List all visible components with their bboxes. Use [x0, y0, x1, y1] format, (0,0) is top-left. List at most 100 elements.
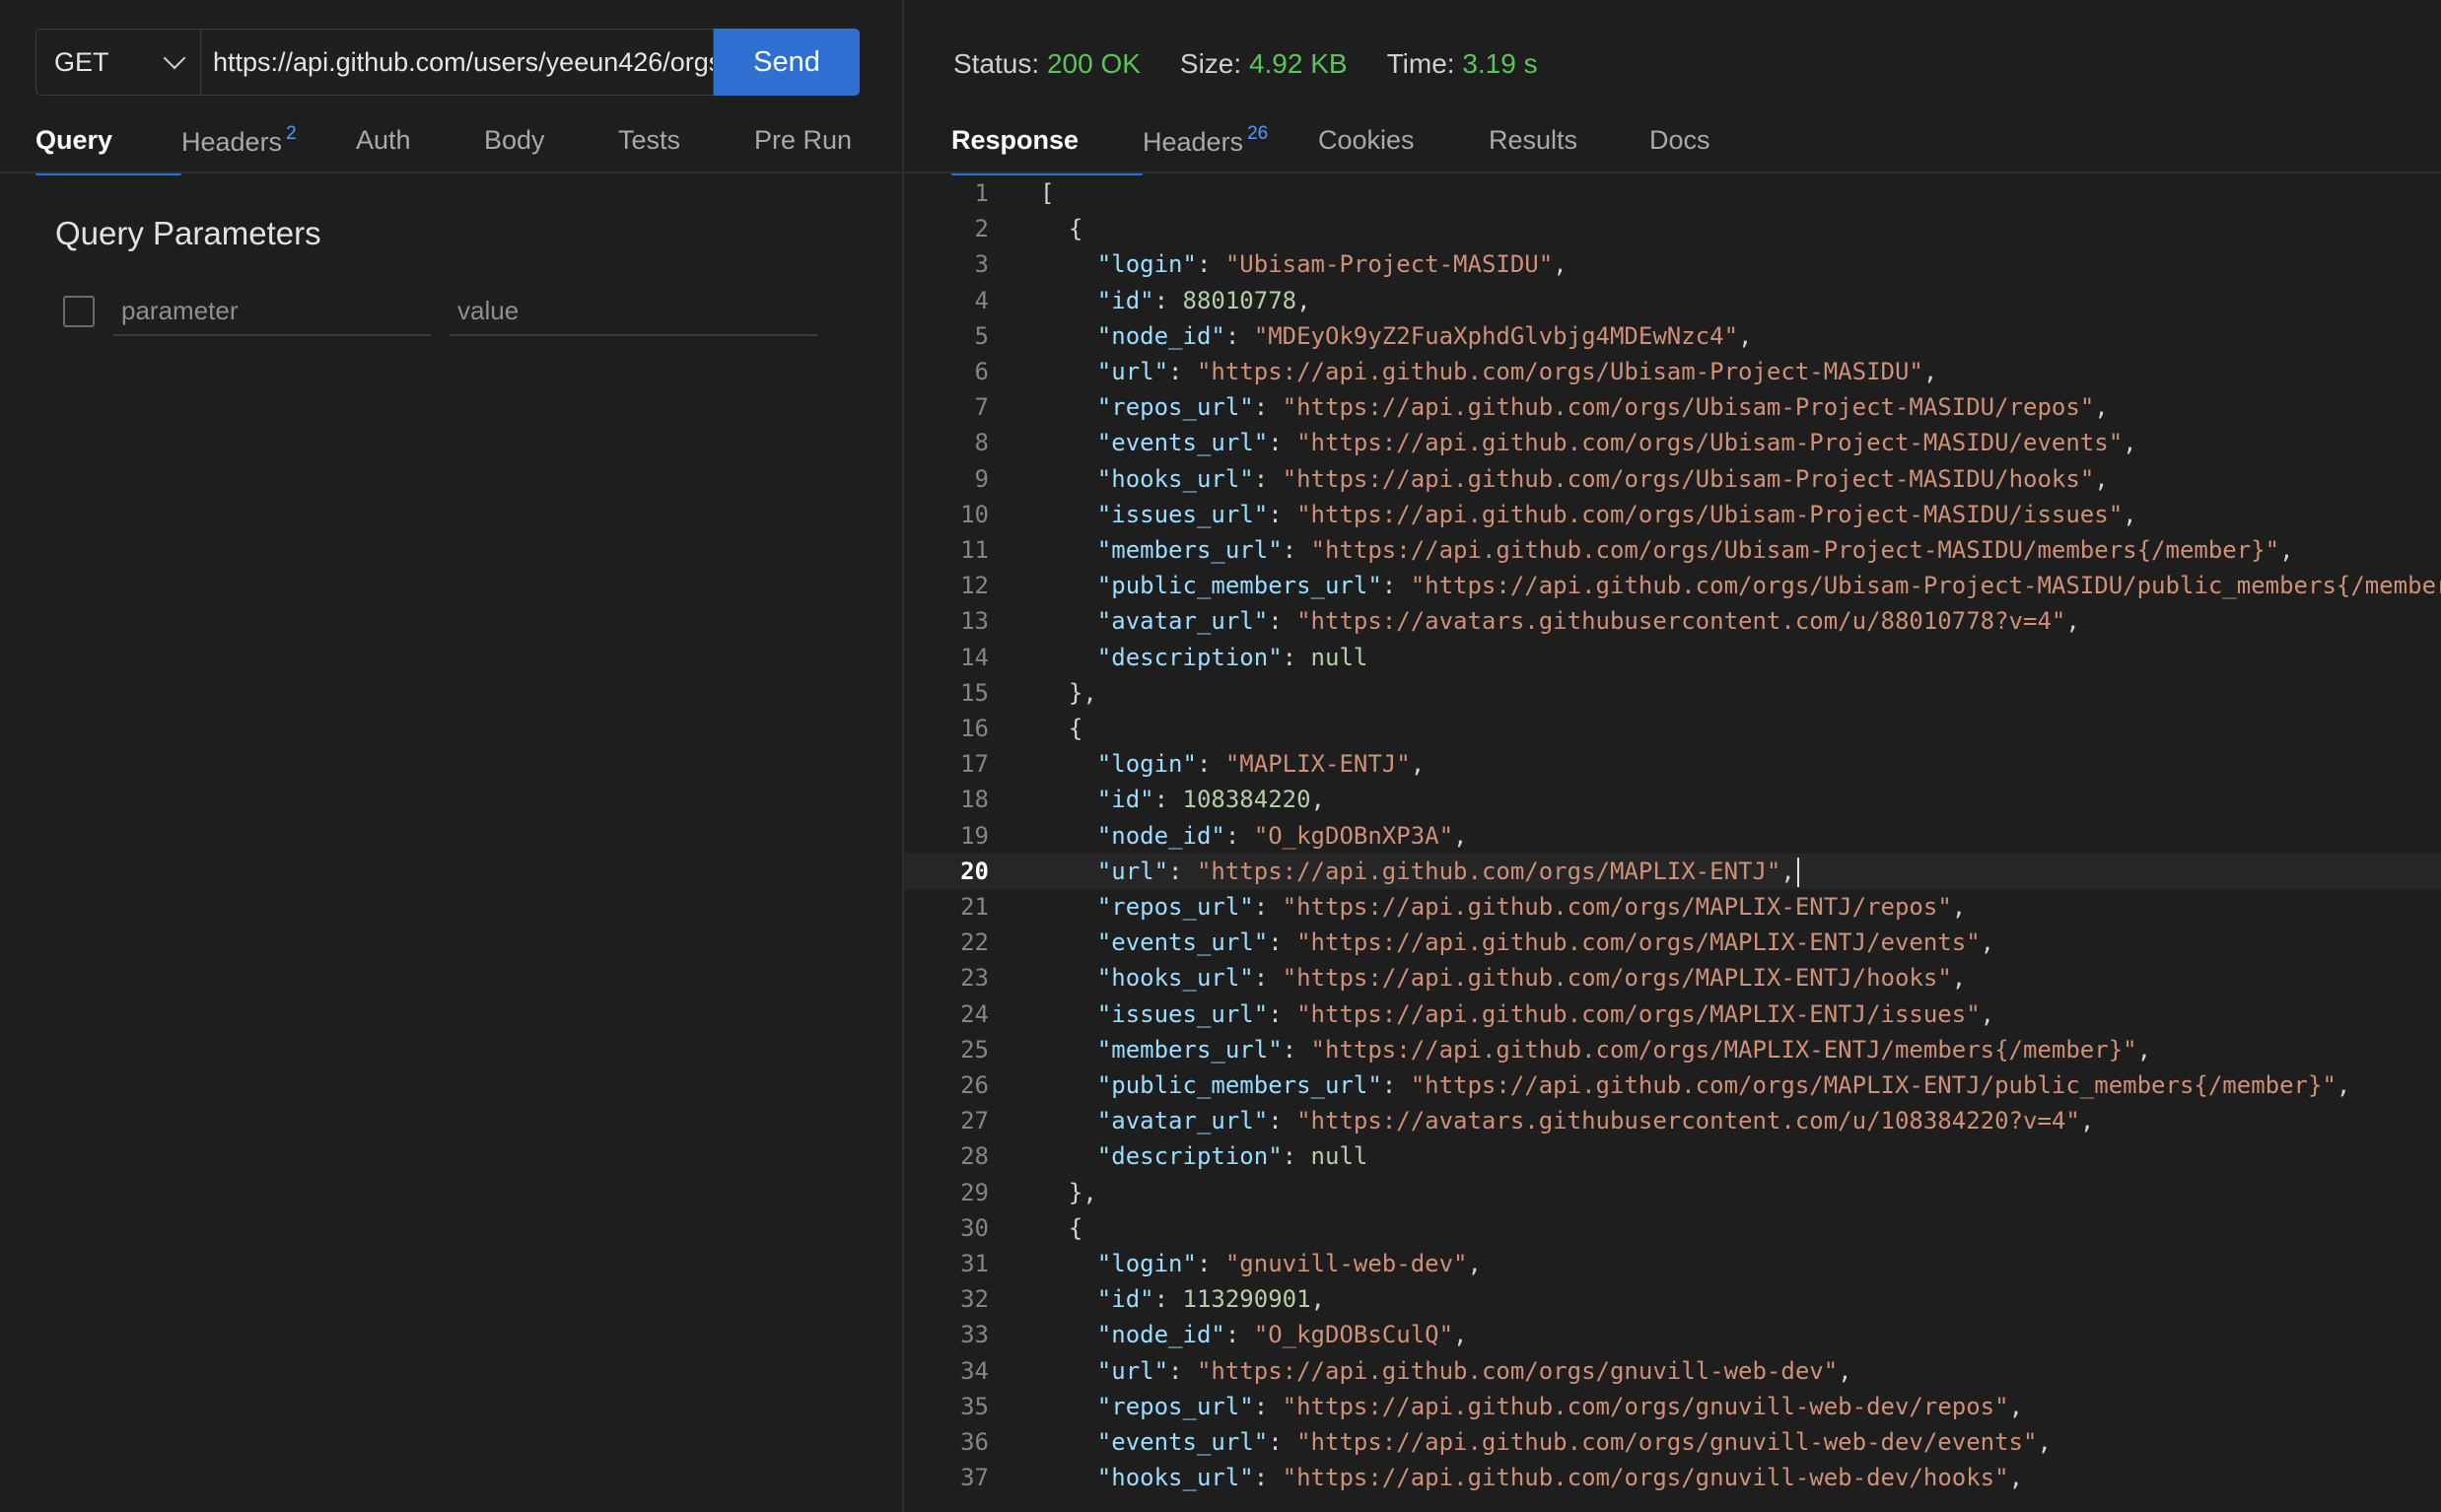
code-line[interactable]: 22 "events_url": "https://api.github.com… [904, 925, 2441, 960]
code-line[interactable]: 3 "login": "Ubisam-Project-MASIDU", [904, 246, 2441, 282]
code-line[interactable]: 1[ [904, 175, 2441, 211]
code-line[interactable]: 35 "repos_url": "https://api.github.com/… [904, 1389, 2441, 1424]
code-line[interactable]: 32 "id": 113290901, [904, 1281, 2441, 1317]
code-text: "id": 113290901, [1096, 1285, 1325, 1314]
tab-pre-run[interactable]: Pre Run [754, 125, 882, 175]
tab-label: Cookies [1318, 125, 1415, 155]
line-number: 16 [960, 715, 989, 742]
code-line[interactable]: 26 "public_members_url": "https://api.gi… [904, 1067, 2441, 1103]
code-line[interactable]: 2 { [904, 211, 2441, 246]
code-text: "hooks_url": "https://api.github.com/org… [1096, 464, 2109, 493]
code-line[interactable]: 25 "members_url": "https://api.github.co… [904, 1032, 2441, 1067]
code-line[interactable]: 18 "id": 108384220, [904, 782, 2441, 817]
code-text: "url": "https://api.github.com/orgs/gnuv… [1096, 1356, 1852, 1385]
code-line[interactable]: 8 "events_url": "https://api.github.com/… [904, 425, 2441, 460]
code-line[interactable]: 24 "issues_url": "https://api.github.com… [904, 997, 2441, 1032]
code-line[interactable]: 4 "id": 88010778, [904, 283, 2441, 318]
line-number: 10 [960, 500, 989, 528]
line-number: 27 [960, 1107, 989, 1135]
code-text: "repos_url": "https://api.github.com/org… [1096, 1392, 2024, 1420]
response-body-editor[interactable]: 1[2 {3 "login": "Ubisam-Project-MASIDU",… [904, 175, 2441, 1512]
tab-docs[interactable]: Docs [1649, 125, 1768, 175]
tab-query[interactable]: Query [35, 125, 181, 175]
code-line[interactable]: 7 "repos_url": "https://api.github.com/o… [904, 389, 2441, 425]
code-line[interactable]: 13 "avatar_url": "https://avatars.github… [904, 603, 2441, 639]
tab-label: Results [1489, 125, 1578, 155]
param-value-input[interactable]: value [450, 293, 818, 336]
code-text: "events_url": "https://api.github.com/or… [1096, 1428, 2052, 1456]
code-line[interactable]: 37 "hooks_url": "https://api.github.com/… [904, 1460, 2441, 1495]
code-line[interactable]: 20 "url": "https://api.github.com/orgs/M… [904, 853, 2441, 889]
line-number: 17 [960, 750, 989, 779]
tab-body[interactable]: Body [484, 125, 618, 175]
code-text: "id": 88010778, [1096, 286, 1311, 314]
code-line[interactable]: 10 "issues_url": "https://api.github.com… [904, 497, 2441, 532]
code-line[interactable]: 31 "login": "gnuvill-web-dev", [904, 1246, 2441, 1281]
param-enable-checkbox[interactable] [63, 296, 95, 327]
code-line[interactable]: 14 "description": null [904, 640, 2441, 675]
param-name-input[interactable]: parameter [113, 293, 431, 336]
tab-label: Auth [356, 125, 411, 155]
code-line[interactable]: 33 "node_id": "O_kgDOBsCulQ", [904, 1317, 2441, 1352]
code-line[interactable]: 28 "description": null [904, 1138, 2441, 1174]
code-line[interactable]: 29 }, [904, 1175, 2441, 1210]
code-line[interactable]: 12 "public_members_url": "https://api.gi… [904, 568, 2441, 603]
line-number: 7 [974, 393, 989, 422]
tab-tests[interactable]: Tests [618, 125, 754, 175]
line-number: 29 [960, 1178, 989, 1206]
line-number: 15 [960, 678, 989, 707]
code-line[interactable]: 23 "hooks_url": "https://api.github.com/… [904, 960, 2441, 996]
code-text: "public_members_url": "https://api.githu… [1096, 1071, 2351, 1099]
code-line[interactable]: 16 { [904, 711, 2441, 746]
tab-headers[interactable]: Headers 26 [1143, 123, 1318, 175]
line-number: 14 [960, 643, 989, 671]
line-number: 1 [974, 179, 989, 207]
method-value: GET [54, 46, 109, 77]
code-text: "url": "https://api.github.com/orgs/Ubis… [1096, 358, 1938, 385]
code-line[interactable]: 19 "node_id": "O_kgDOBnXP3A", [904, 818, 2441, 854]
line-number: 24 [960, 999, 989, 1028]
tab-auth[interactable]: Auth [356, 125, 484, 175]
line-number: 9 [974, 464, 989, 493]
code-line[interactable]: 6 "url": "https://api.github.com/orgs/Ub… [904, 354, 2441, 389]
code-line[interactable]: 5 "node_id": "MDEyOk9yZ2FuaXphdGlvbjg4MD… [904, 318, 2441, 354]
tab-results[interactable]: Results [1489, 125, 1649, 175]
line-number: 21 [960, 893, 989, 921]
code-text: "issues_url": "https://api.github.com/or… [1096, 500, 2137, 528]
line-number: 6 [974, 358, 989, 385]
line-number: 37 [960, 1464, 989, 1492]
code-text: "login": "Ubisam-Project-MASIDU", [1096, 250, 1568, 279]
response-tabs: Response Headers 26 Cookies Results Docs [951, 123, 1768, 175]
code-line[interactable]: 34 "url": "https://api.github.com/orgs/g… [904, 1353, 2441, 1389]
url-input[interactable]: https://api.github.com/users/yeeun426/or… [201, 29, 714, 96]
tab-headers[interactable]: Headers 2 [181, 123, 356, 175]
code-line[interactable]: 17 "login": "MAPLIX-ENTJ", [904, 746, 2441, 782]
code-line[interactable]: 30 { [904, 1210, 2441, 1246]
code-text: "avatar_url": "https://avatars.githubuse… [1096, 607, 2080, 636]
code-line[interactable]: 15 }, [904, 675, 2441, 711]
code-line[interactable]: 9 "hooks_url": "https://api.github.com/o… [904, 461, 2441, 497]
code-line[interactable]: 21 "repos_url": "https://api.github.com/… [904, 889, 2441, 925]
code-text: "public_members_url": "https://api.githu… [1096, 572, 2441, 600]
line-number: 4 [974, 286, 989, 314]
code-text: "login": "MAPLIX-ENTJ", [1096, 750, 1426, 779]
request-bar: GET https://api.github.com/users/yeeun42… [35, 29, 860, 96]
code-line[interactable]: 11 "members_url": "https://api.github.co… [904, 532, 2441, 568]
method-select[interactable]: GET [35, 29, 201, 96]
line-number: 34 [960, 1356, 989, 1385]
request-panel: GET https://api.github.com/users/yeeun42… [0, 0, 902, 1512]
code-text: "issues_url": "https://api.github.com/or… [1096, 999, 1995, 1028]
tab-cookies[interactable]: Cookies [1318, 125, 1489, 175]
code-text: "description": null [1096, 643, 1368, 671]
code-text: { [1040, 215, 1083, 243]
code-text: "node_id": "O_kgDOBnXP3A", [1096, 821, 1468, 850]
tab-response[interactable]: Response [951, 125, 1143, 175]
code-line[interactable]: 27 "avatar_url": "https://avatars.github… [904, 1103, 2441, 1138]
code-line[interactable]: 36 "events_url": "https://api.github.com… [904, 1424, 2441, 1460]
code-text: [ [1040, 179, 1055, 207]
code-text: "repos_url": "https://api.github.com/org… [1096, 393, 2109, 422]
send-button[interactable]: Send [714, 29, 860, 96]
line-number: 3 [974, 250, 989, 279]
tab-label: Headers [181, 127, 283, 157]
line-number: 18 [960, 786, 989, 814]
